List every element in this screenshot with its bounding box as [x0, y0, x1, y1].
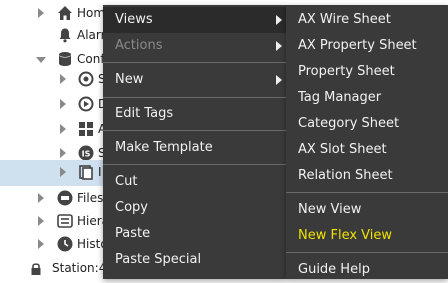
- lock-icon: [30, 262, 42, 276]
- submenu-item-relation-sheet[interactable]: Relation Sheet: [286, 163, 448, 189]
- menu-item-label: AX Wire Sheet: [298, 12, 391, 27]
- is-badge-icon: IS: [78, 145, 94, 161]
- menu-item-label: Tag Manager: [298, 90, 382, 105]
- menu-item-new[interactable]: New: [103, 67, 286, 93]
- files-icon: [57, 190, 73, 206]
- expand-chevron-icon[interactable]: [38, 8, 44, 18]
- menu-item-label: Paste: [115, 226, 151, 241]
- submenu-item-new-flex-view[interactable]: New Flex View: [286, 223, 448, 249]
- menu-item-label: Actions: [115, 38, 163, 53]
- menu-separator: [286, 252, 448, 253]
- folder-doc-icon: [78, 164, 94, 180]
- menu-separator: [103, 130, 286, 131]
- submenu-item-new-view[interactable]: New View: [286, 197, 448, 223]
- menu-item-cut[interactable]: Cut: [103, 169, 286, 195]
- menu-item-paste[interactable]: Paste: [103, 221, 286, 247]
- services-icon: [78, 71, 94, 87]
- expand-chevron-icon[interactable]: [60, 124, 66, 134]
- submenu-item-tag-manager[interactable]: Tag Manager: [286, 85, 448, 111]
- submenu-item-guide-help[interactable]: Guide Help: [286, 257, 448, 283]
- menu-item-label: Copy: [115, 200, 148, 215]
- menu-separator: [286, 192, 448, 193]
- menu-item-copy[interactable]: Copy: [103, 195, 286, 221]
- tree-label: I: [98, 165, 102, 179]
- expand-chevron-icon[interactable]: [38, 239, 44, 249]
- submenu-item-ax-property-sheet[interactable]: AX Property Sheet: [286, 33, 448, 59]
- submenu-arrow-icon: [276, 41, 282, 51]
- tree-label: Files: [77, 191, 104, 205]
- collapse-chevron-icon[interactable]: [36, 57, 46, 63]
- menu-item-edit-tags[interactable]: Edit Tags: [103, 101, 286, 127]
- expand-chevron-icon[interactable]: [60, 148, 66, 158]
- menu-item-label: Cut: [115, 174, 138, 189]
- expand-chevron-icon[interactable]: [60, 167, 66, 177]
- menu-separator: [103, 62, 286, 63]
- menu-item-label: Category Sheet: [298, 116, 400, 131]
- submenu-item-category-sheet[interactable]: Category Sheet: [286, 111, 448, 137]
- menu-item-views[interactable]: Views: [103, 7, 286, 33]
- menu-item-label: New View: [298, 202, 362, 217]
- menu-item-make-template[interactable]: Make Template: [103, 135, 286, 161]
- expand-chevron-icon[interactable]: [38, 193, 44, 203]
- menu-item-label: Make Template: [115, 140, 213, 155]
- menu-item-label: Views: [115, 12, 153, 27]
- expand-chevron-icon[interactable]: [60, 99, 66, 109]
- submenu-item-ax-wire-sheet[interactable]: AX Wire Sheet: [286, 7, 448, 33]
- svg-text:IS: IS: [82, 150, 91, 159]
- menu-item-label: AX Property Sheet: [298, 38, 417, 53]
- menu-item-actions: Actions: [103, 33, 286, 59]
- history-icon: [57, 236, 73, 252]
- bell-icon: [57, 27, 73, 43]
- menu-separator: [103, 97, 286, 98]
- menu-item-label: Guide Help: [298, 262, 370, 277]
- home-icon: [57, 5, 73, 21]
- menu-item-label: Paste Special: [115, 252, 202, 267]
- menu-item-label: New: [115, 72, 144, 87]
- menu-item-label: Edit Tags: [115, 106, 174, 121]
- apps-grid-icon: [78, 121, 94, 137]
- menu-item-label: Relation Sheet: [298, 168, 393, 183]
- drivers-icon: [78, 96, 94, 112]
- menu-item-label: New Flex View: [298, 228, 393, 243]
- expand-chevron-icon[interactable]: [60, 74, 66, 84]
- submenu-arrow-icon: [276, 15, 282, 25]
- menu-item-label: AX Slot Sheet: [298, 142, 387, 157]
- hierarchy-icon: [57, 213, 73, 229]
- views-submenu: AX Wire Sheet AX Property Sheet Property…: [286, 5, 448, 279]
- submenu-item-property-sheet[interactable]: Property Sheet: [286, 59, 448, 85]
- submenu-arrow-icon: [276, 75, 282, 85]
- menu-item-paste-special[interactable]: Paste Special: [103, 247, 286, 273]
- menu-item-label: Property Sheet: [298, 64, 395, 79]
- menu-separator: [103, 164, 286, 165]
- expand-chevron-icon[interactable]: [38, 216, 44, 226]
- submenu-item-ax-slot-sheet[interactable]: AX Slot Sheet: [286, 137, 448, 163]
- context-menu: Views Actions New Edit Tags Make Templat…: [103, 5, 286, 279]
- database-icon: [57, 51, 73, 67]
